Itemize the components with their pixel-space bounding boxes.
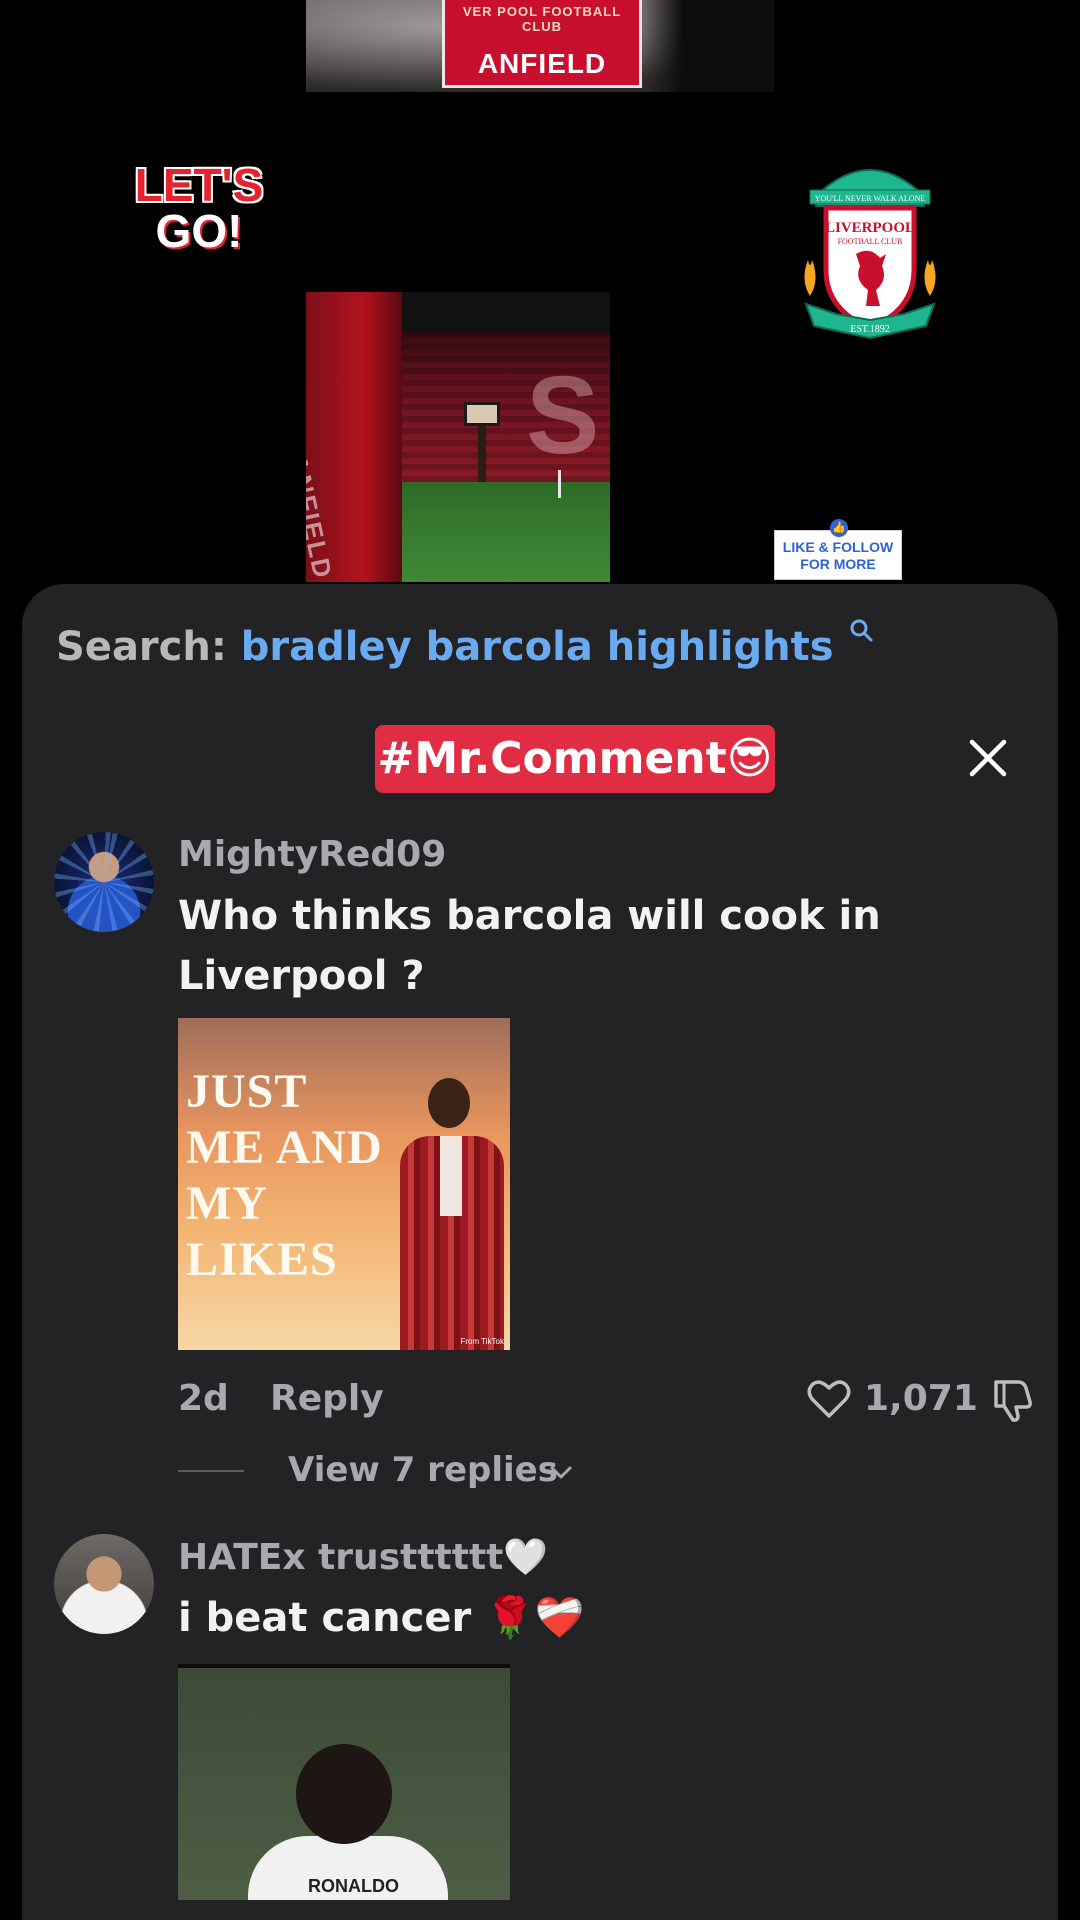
hashtag-banner: #Mr.Comment😎: [375, 725, 775, 793]
avatar[interactable]: [54, 832, 154, 932]
video-background[interactable]: VER POOL FOOTBALL CLUB ANFIELD LET'S GO!…: [0, 0, 1080, 600]
pitch-tunnel-view: ANFIELD S: [306, 292, 610, 582]
search-icon: [850, 619, 873, 642]
jersey-name: RONALDO: [308, 1876, 399, 1896]
like-follow-line2: FOR MORE: [800, 556, 876, 572]
like-count: 1,071: [864, 1378, 978, 1419]
comment-media-image[interactable]: JUST ME AND MY LIKES From TikTok: [178, 1018, 510, 1350]
meme-person-head: [428, 1078, 470, 1128]
view-replies-button[interactable]: View 7 replies: [178, 1446, 678, 1496]
crest-est: EST.1892: [850, 324, 890, 335]
chevron-down-icon: [550, 1466, 572, 1479]
heart-icon[interactable]: [804, 1374, 854, 1424]
lets-go-line2: GO!: [155, 205, 243, 257]
tunnel-sign-frame: VER POOL FOOTBALL CLUB ANFIELD: [306, 0, 774, 92]
comment-username[interactable]: HATEx trustttttt🤍: [178, 1536, 548, 1578]
avatar[interactable]: [54, 1534, 154, 1634]
comment-media-image[interactable]: RONALDO: [178, 1664, 510, 1900]
screen-pole: [478, 426, 486, 482]
stadium-screen: [464, 402, 500, 426]
comments-sheet: Search: bradley barcola highlights #Mr.C…: [22, 584, 1058, 1920]
meme-person-shirt: [440, 1136, 462, 1216]
close-icon[interactable]: [962, 732, 1014, 784]
like-follow-line1: LIKE & FOLLOW: [782, 539, 894, 555]
meme-caption: JUST ME AND MY LIKES: [186, 1065, 383, 1286]
comment-timestamp: 2d: [178, 1378, 229, 1419]
replies-divider: [178, 1470, 244, 1472]
comment-text: i beat cancer 🌹❤️‍🩹: [178, 1595, 585, 1641]
comment-text: Who thinks barcola will cook in Liverpoo…: [178, 893, 881, 999]
search-label: Search:: [56, 624, 227, 670]
media-watermark: From TikTok: [460, 1337, 504, 1346]
thumbs-down-icon[interactable]: [988, 1374, 1038, 1424]
thumbs-up-icon: 👍: [830, 519, 848, 537]
search-suggestion[interactable]: Search: bradley barcola highlights: [56, 619, 873, 670]
lets-go-line1: LET'S: [134, 159, 264, 211]
stand-logo: S: [526, 354, 600, 477]
view-replies-label: View 7 replies: [288, 1450, 558, 1490]
corner-flag: [558, 470, 561, 498]
search-query-link[interactable]: bradley barcola highlights: [241, 624, 834, 670]
crest-sub: FOOTBALL CLUB: [838, 237, 903, 246]
like-follow-badge: 👍 LIKE & FOLLOW FOR MORE: [774, 519, 902, 580]
anfield-sign-word: ANFIELD: [477, 48, 607, 79]
crest-motto: YOU'LL NEVER WALK ALONE: [815, 194, 926, 203]
comment-username[interactable]: MightyRed09: [178, 834, 446, 875]
reply-button[interactable]: Reply: [270, 1378, 384, 1419]
crest-name: LIVERPOOL: [825, 220, 915, 236]
liverpool-crest-icon: YOU'LL NEVER WALK ALONE LIVERPOOL FOOTBA…: [804, 169, 936, 340]
anfield-sign-arc: VER POOL FOOTBALL CLUB: [462, 4, 622, 34]
lets-go-sticker: LET'S GO!: [124, 162, 274, 254]
anfield-sign: VER POOL FOOTBALL CLUB ANFIELD: [442, 0, 642, 88]
pitch-grass: [402, 482, 610, 582]
comment-actions: 2d Reply 1,071: [178, 1374, 1038, 1424]
media-player-head: [296, 1744, 392, 1844]
player-silhouette: [644, 0, 774, 92]
